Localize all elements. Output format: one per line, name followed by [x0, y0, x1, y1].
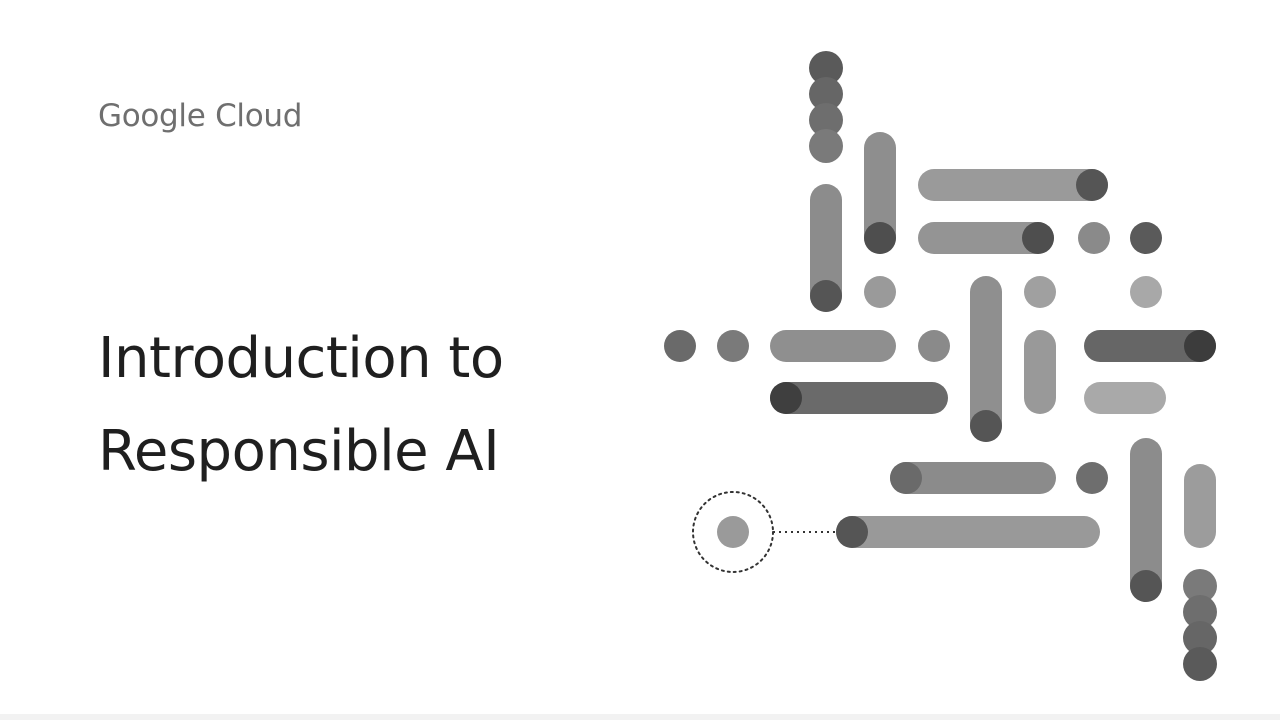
bottom-divider — [0, 714, 1280, 720]
abstract-pill-network-icon — [664, 51, 1217, 681]
